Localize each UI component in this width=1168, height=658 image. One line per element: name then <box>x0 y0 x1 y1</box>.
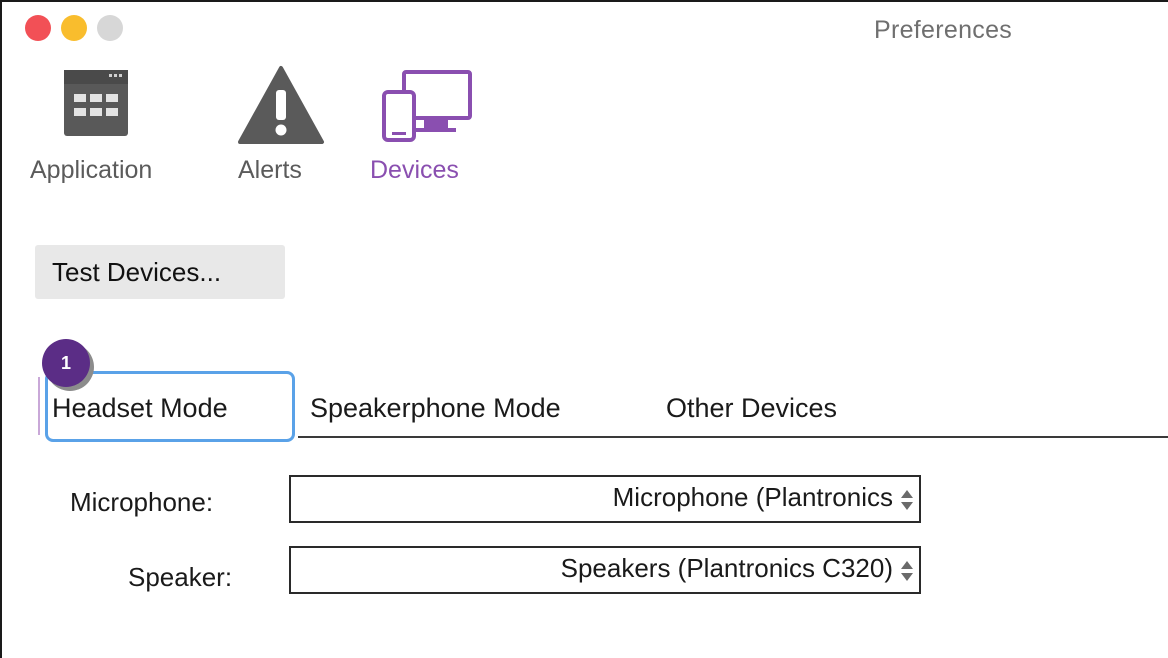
speaker-select-value: Speakers (Plantronics C320) <box>560 553 893 583</box>
microphone-label: Microphone: <box>70 487 214 517</box>
toolbar-item-application-label: Application <box>30 156 153 184</box>
up-down-arrows-icon <box>901 561 913 581</box>
speaker-label: Speaker: <box>128 562 233 592</box>
microphone-select[interactable]: Microphone (Plantronics <box>289 475 921 523</box>
calendar-grid-icon <box>64 70 128 136</box>
devices-monitor-phone-icon <box>382 70 472 142</box>
preferences-window: Preferences Application Alerts Devices T… <box>0 0 1168 658</box>
up-down-arrows-icon <box>901 490 913 510</box>
tab-edge-marker <box>38 377 40 435</box>
zoom-window-button[interactable] <box>97 15 123 41</box>
tab-speakerphone-mode[interactable]: Speakerphone Mode <box>310 393 561 424</box>
tab-other-devices[interactable]: Other Devices <box>666 393 837 424</box>
warning-triangle-icon <box>238 66 324 144</box>
toolbar-item-devices-label: Devices <box>370 156 459 184</box>
step-callout-badge: 1 <box>42 339 90 387</box>
tab-divider <box>298 436 1168 438</box>
microphone-select-value: Microphone (Plantronics <box>612 482 893 512</box>
test-devices-button[interactable]: Test Devices... <box>35 245 285 299</box>
speaker-select[interactable]: Speakers (Plantronics C320) <box>289 546 921 594</box>
minimize-window-button[interactable] <box>61 15 87 41</box>
close-window-button[interactable] <box>25 15 51 41</box>
selected-tab-highlight <box>45 371 295 442</box>
toolbar-item-alerts-label: Alerts <box>238 156 302 184</box>
window-title: Preferences <box>874 16 1013 44</box>
